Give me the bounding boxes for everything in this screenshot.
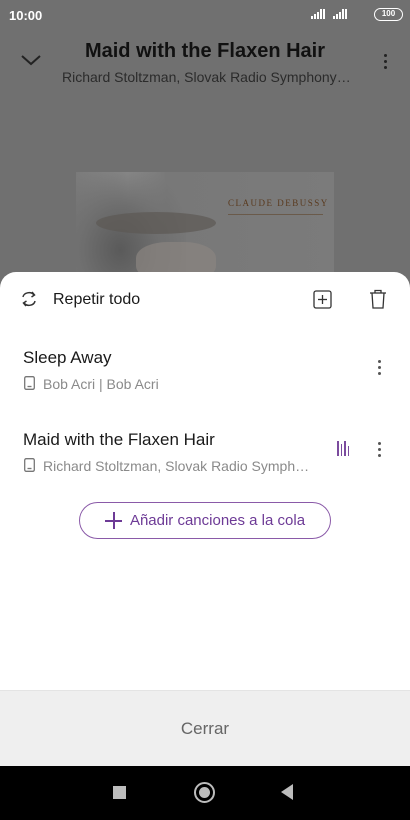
queue-item[interactable]: Sleep Away Bob Acri | Bob Acri [0, 348, 410, 410]
album-art-text: CLAUDE DEBUSSY [228, 198, 329, 208]
phone-storage-icon [24, 458, 35, 472]
plus-icon [104, 512, 122, 529]
phone-storage-icon [24, 376, 35, 390]
system-nav-bar [0, 766, 410, 820]
item-more-options-icon[interactable] [378, 360, 382, 378]
trash-icon[interactable] [369, 289, 387, 309]
close-label: Cerrar [180, 719, 230, 738]
player-artist: Richard Stoltzman, Slovak Radio Symphony… [62, 69, 352, 85]
battery-icon: 100 [374, 8, 403, 21]
signal-icon [311, 9, 325, 19]
add-to-playlist-icon[interactable] [313, 290, 332, 309]
more-options-icon[interactable] [384, 54, 388, 72]
close-button[interactable]: Cerrar [0, 690, 410, 766]
repeat-all-label[interactable]: Repetir todo [53, 291, 140, 309]
player-title: Maid with the Flaxen Hair [84, 40, 326, 62]
add-songs-to-queue-button[interactable]: Añadir canciones a la cola [79, 502, 331, 539]
signal-icon [333, 9, 347, 19]
chevron-down-icon[interactable] [20, 52, 42, 68]
status-bar: 10:00 100 [0, 0, 410, 30]
item-more-options-icon[interactable] [378, 442, 382, 460]
home-icon[interactable] [194, 782, 215, 803]
add-songs-to-queue-label: Añadir canciones a la cola [129, 512, 306, 529]
song-title: Sleep Away [23, 348, 112, 367]
recents-icon[interactable] [113, 786, 126, 799]
repeat-icon[interactable] [19, 290, 39, 308]
song-title: Maid with the Flaxen Hair [23, 430, 215, 449]
song-artist: Bob Acri | Bob Acri [43, 376, 159, 392]
player-background: 10:00 100 Maid with the Flaxen Hair Rich… [0, 0, 410, 302]
repeat-row: Repetir todo [0, 272, 410, 328]
now-playing-equalizer-icon [337, 440, 351, 456]
status-time: 10:00 [9, 8, 43, 23]
song-artist: Richard Stoltzman, Slovak Radio Symphony… [43, 458, 315, 474]
queue-item[interactable]: Maid with the Flaxen Hair Richard Stoltz… [0, 430, 410, 492]
back-icon[interactable] [281, 784, 293, 800]
